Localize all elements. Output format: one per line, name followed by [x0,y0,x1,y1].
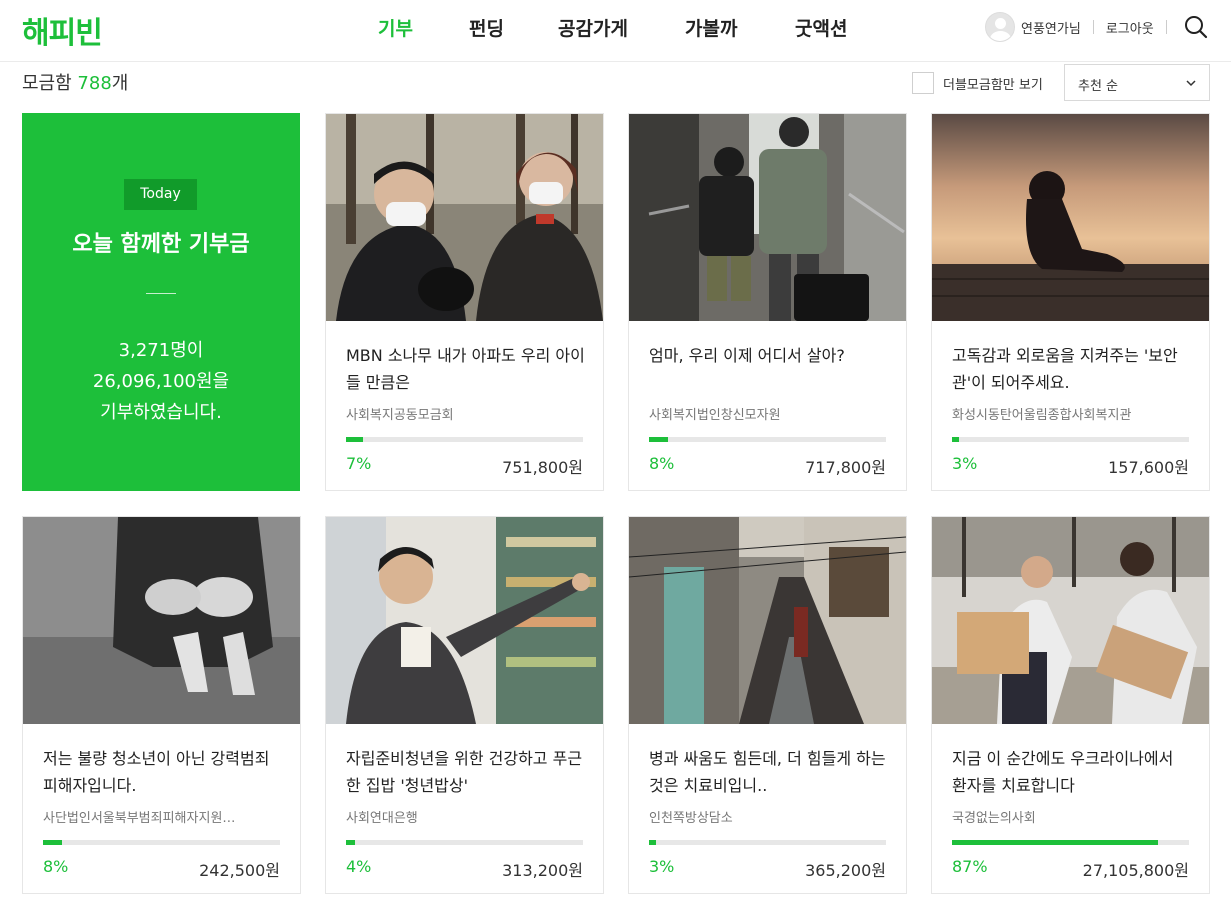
campaign-title[interactable]: 고독감과 외로움을 지켜주는 '보안관'이 되어주세요. [952,342,1192,396]
campaign-card[interactable]: 저는 불량 청소년이 아닌 강력범죄 피해자입니다. 사단법인서울북부범죄피해자… [22,516,301,894]
campaign-organization: 사단법인서울북부범죄피해자지원… [43,811,236,826]
count-prefix: 모금함 [22,73,72,94]
raised-amount: 157,600원 [1108,458,1189,477]
raised-amount: 717,800원 [805,458,886,477]
user-area: 연풍연가님 로그아웃 [985,11,1209,43]
progress-fill [346,840,356,845]
today-donation-card: Today 오늘 함께한 기부금 3,271명이 26,096,100원을 기부… [22,113,300,491]
campaign-title[interactable]: 엄마, 우리 이제 어디서 살아? [649,342,889,396]
nav-funding[interactable]: 펀딩 [469,14,504,41]
progress-percent: 4% [346,857,372,876]
nav-donate[interactable]: 기부 [378,14,413,41]
double-only-label[interactable]: 더블모금함만 보기 [943,74,1043,93]
raised-amount: 751,800원 [502,458,583,477]
campaign-title[interactable]: 자립준비청년을 위한 건강하고 푸근한 집밥 '청년밥상' [346,745,586,799]
campaign-image[interactable] [932,114,1209,321]
raised-amount: 313,200원 [502,861,583,880]
campaign-card[interactable]: 자립준비청년을 위한 건강하고 푸근한 집밥 '청년밥상' 사회연대은행 4% … [325,516,604,894]
nav-gabolkka[interactable]: 가볼까 [685,14,737,41]
campaign-title[interactable]: 병과 싸움도 힘든데, 더 힘들게 하는 것은 치료비입니.. [649,745,889,799]
raised-amount: 27,105,800원 [1082,861,1189,880]
divider [1092,20,1094,34]
progress-bar [346,437,583,442]
double-only-checkbox[interactable] [912,72,934,94]
today-amount: 26,096,100원을 [92,371,230,392]
today-title: 오늘 함께한 기부금 [72,232,250,257]
progress-bar [43,840,280,845]
campaign-organization: 인천쪽방상담소 [649,811,733,826]
progress-bar [346,840,583,845]
logout-link[interactable]: 로그아웃 [1106,18,1154,37]
campaign-title[interactable]: MBN 소나무 내가 아파도 우리 아이들 만큼은 [346,342,586,396]
nav-store[interactable]: 공감가게 [558,14,628,41]
campaign-organization: 사회복지법인창신모자원 [649,408,781,423]
user-name[interactable]: 연풍연가님 [1021,18,1081,37]
progress-fill [952,840,1159,845]
campaign-image[interactable] [932,517,1209,724]
search-icon[interactable] [1183,14,1209,40]
campaign-image[interactable] [629,114,906,321]
progress-bar [649,840,886,845]
progress-bar [952,840,1189,845]
campaign-organization: 화성시동탄어울림종합사회복지관 [952,408,1132,423]
progress-fill [346,437,363,442]
today-suffix: 기부하였습니다. [100,402,222,423]
progress-percent: 8% [649,454,675,473]
campaign-card[interactable]: 고독감과 외로움을 지켜주는 '보안관'이 되어주세요. 화성시동탄어울림종합사… [931,113,1210,491]
campaign-card[interactable]: 지금 이 순간에도 우크라이나에서 환자를 치료합니다 국경없는의사회 87% … [931,516,1210,894]
double-only-filter[interactable]: 더블모금함만 보기 [912,72,1043,94]
progress-bar [649,437,886,442]
count-suffix: 개 [111,73,129,94]
sort-select[interactable]: 추천 순 [1064,64,1210,101]
campaign-organization: 사회연대은행 [346,811,418,826]
today-description: 3,271명이 26,096,100원을 기부하였습니다. [22,335,300,428]
nav-good-action[interactable]: 굿액션 [795,14,847,41]
raised-amount: 365,200원 [805,861,886,880]
campaign-image[interactable] [23,517,300,724]
raised-amount: 242,500원 [199,861,280,880]
campaign-card[interactable]: 엄마, 우리 이제 어디서 살아? 사회복지법인창신모자원 8% 717,800… [628,113,907,491]
campaign-image[interactable] [326,517,603,724]
progress-percent: 3% [649,857,675,876]
campaign-count: 모금함 788개 [22,69,128,95]
progress-percent: 8% [43,857,69,876]
progress-fill [952,437,960,442]
campaign-title[interactable]: 지금 이 순간에도 우크라이나에서 환자를 치료합니다 [952,745,1192,799]
campaign-organization: 국경없는의사회 [952,811,1036,826]
progress-percent: 3% [952,454,978,473]
site-header: 해피빈 기부 펀딩 공감가게 가볼까 굿액션 연풍연가님 로그아웃 [0,0,1231,62]
sort-selected-value: 추천 순 [1078,79,1119,94]
today-donor-count: 3,271명이 [118,340,204,361]
divider [146,293,176,294]
progress-fill [43,840,62,845]
campaign-title[interactable]: 저는 불량 청소년이 아닌 강력범죄 피해자입니다. [43,745,283,799]
campaign-image[interactable] [326,114,603,321]
count-number: 788 [77,73,112,94]
avatar[interactable] [985,12,1015,42]
today-badge: Today [124,179,197,210]
progress-bar [952,437,1189,442]
progress-percent: 7% [346,454,372,473]
campaign-card[interactable]: 병과 싸움도 힘든데, 더 힘들게 하는 것은 치료비입니.. 인천쪽방상담소 … [628,516,907,894]
divider [1165,20,1167,34]
progress-fill [649,437,668,442]
progress-percent: 87% [952,857,988,876]
campaign-organization: 사회복지공동모금회 [346,408,454,423]
campaign-image[interactable] [629,517,906,724]
progress-fill [649,840,657,845]
chevron-down-icon [1186,80,1196,87]
campaign-card[interactable]: MBN 소나무 내가 아파도 우리 아이들 만큼은 사회복지공동모금회 7% 7… [325,113,604,491]
